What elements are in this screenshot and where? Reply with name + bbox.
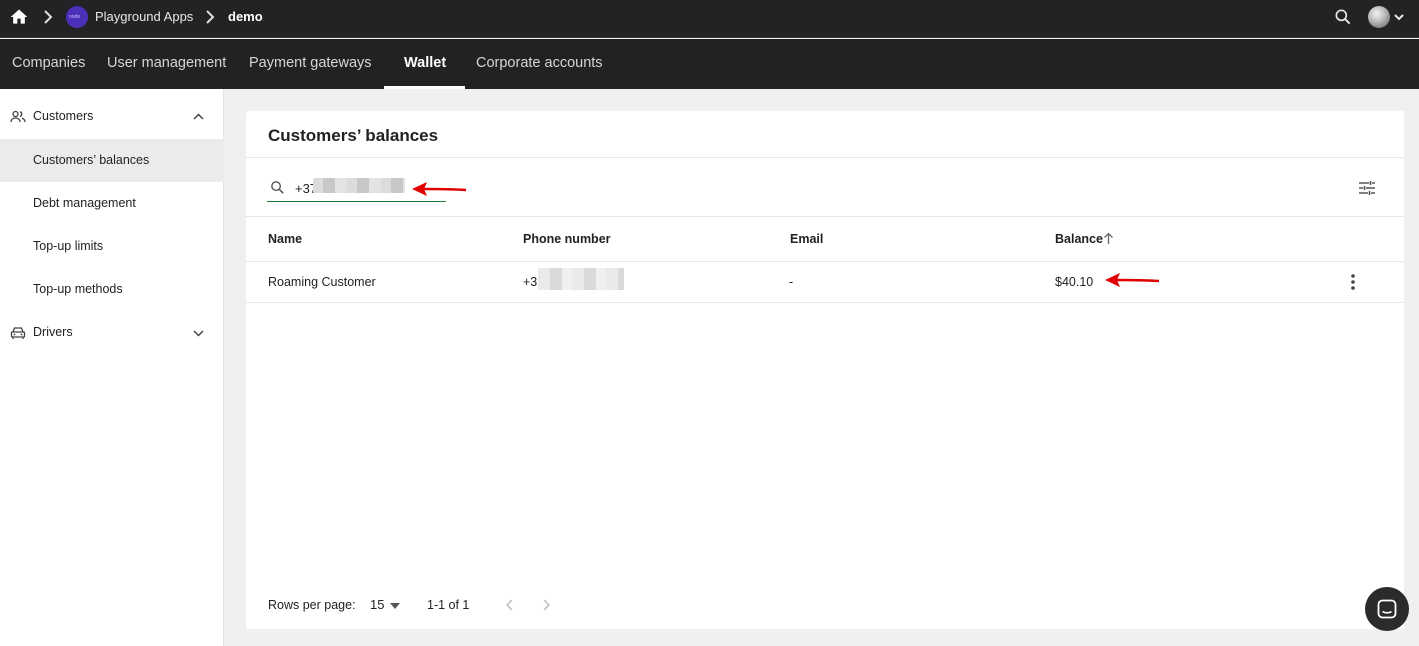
dropdown-arrow-icon[interactable]: [390, 603, 400, 609]
top-bar: onde Playground Apps demo: [0, 0, 1419, 38]
divider: [246, 157, 1404, 158]
breadcrumb-env[interactable]: demo: [228, 9, 263, 24]
sidebar-item-label: Top-up limits: [33, 239, 104, 253]
annotation-arrow-icon: [412, 182, 467, 196]
car-icon: [10, 327, 26, 339]
chevron-left-icon[interactable]: [505, 598, 515, 612]
chevron-right-icon[interactable]: [541, 598, 551, 612]
more-vert-icon[interactable]: [1350, 273, 1356, 291]
redacted-phone-number: [538, 268, 624, 290]
divider: [246, 216, 1404, 217]
annotation-arrow-icon: [1105, 273, 1160, 287]
search-icon[interactable]: [1333, 7, 1353, 27]
sidebar-item-top-up-limits[interactable]: Top-up limits: [0, 225, 224, 268]
cell-name: Roaming Customer: [268, 275, 376, 289]
sidebar-group-customers[interactable]: Customers: [0, 96, 224, 138]
sidebar-item-top-up-methods[interactable]: Top-up methods: [0, 268, 224, 311]
divider: [246, 261, 1404, 262]
org-logo[interactable]: onde: [66, 6, 88, 28]
cell-balance: $40.10: [1055, 275, 1094, 289]
chevron-up-icon: [193, 113, 204, 120]
chevron-down-icon[interactable]: [1393, 12, 1405, 22]
breadcrumb-org[interactable]: Playground Apps: [95, 9, 193, 24]
breadcrumb-chevron-icon: [206, 10, 215, 24]
column-header-name[interactable]: Name: [268, 232, 302, 246]
sidebar: Customers Customers’ balances Debt manag…: [0, 89, 224, 646]
cell-email: -: [789, 275, 794, 289]
tab-corporate-accounts[interactable]: Corporate accounts: [476, 39, 603, 89]
pagination-range: 1-1 of 1: [427, 598, 470, 612]
tab-companies[interactable]: Companies: [12, 39, 85, 89]
chat-icon: [1377, 599, 1397, 619]
column-header-phone[interactable]: Phone number: [523, 232, 611, 246]
filter-settings-icon[interactable]: [1358, 180, 1376, 196]
breadcrumb-chevron-icon: [44, 10, 53, 24]
main-nav: Companies User management Payment gatewa…: [0, 39, 1419, 89]
sidebar-item-customers-balances[interactable]: Customers’ balances: [0, 139, 224, 182]
sidebar-item-label: Customers’ balances: [33, 153, 150, 167]
redacted-search-text: [313, 178, 405, 193]
tab-payment-gateways[interactable]: Payment gateways: [249, 39, 372, 89]
chevron-down-icon: [193, 330, 204, 337]
sort-arrow-up-icon[interactable]: [1103, 232, 1114, 245]
column-header-email[interactable]: Email: [790, 232, 823, 246]
chat-launcher-button[interactable]: [1365, 587, 1409, 631]
rows-per-page-select[interactable]: 15: [370, 597, 384, 612]
sidebar-item-label: Top-up methods: [33, 282, 123, 296]
sidebar-item-label: Debt management: [33, 196, 136, 210]
users-icon: [10, 110, 26, 123]
sidebar-item-debt-management[interactable]: Debt management: [0, 182, 224, 225]
sidebar-group-label: Customers: [33, 109, 94, 123]
rows-per-page-label: Rows per page:: [268, 598, 356, 612]
tab-user-management[interactable]: User management: [107, 39, 226, 89]
active-tab-indicator: [384, 86, 465, 89]
divider: [246, 302, 1404, 303]
tab-wallet[interactable]: Wallet: [404, 39, 446, 89]
search-icon: [271, 181, 284, 194]
page-title: Customers’ balances: [268, 126, 439, 145]
avatar[interactable]: [1368, 6, 1390, 28]
sidebar-group-label: Drivers: [33, 325, 73, 339]
sidebar-group-drivers[interactable]: Drivers: [0, 312, 224, 354]
column-header-balance[interactable]: Balance: [1055, 232, 1103, 246]
home-icon[interactable]: [9, 7, 29, 27]
